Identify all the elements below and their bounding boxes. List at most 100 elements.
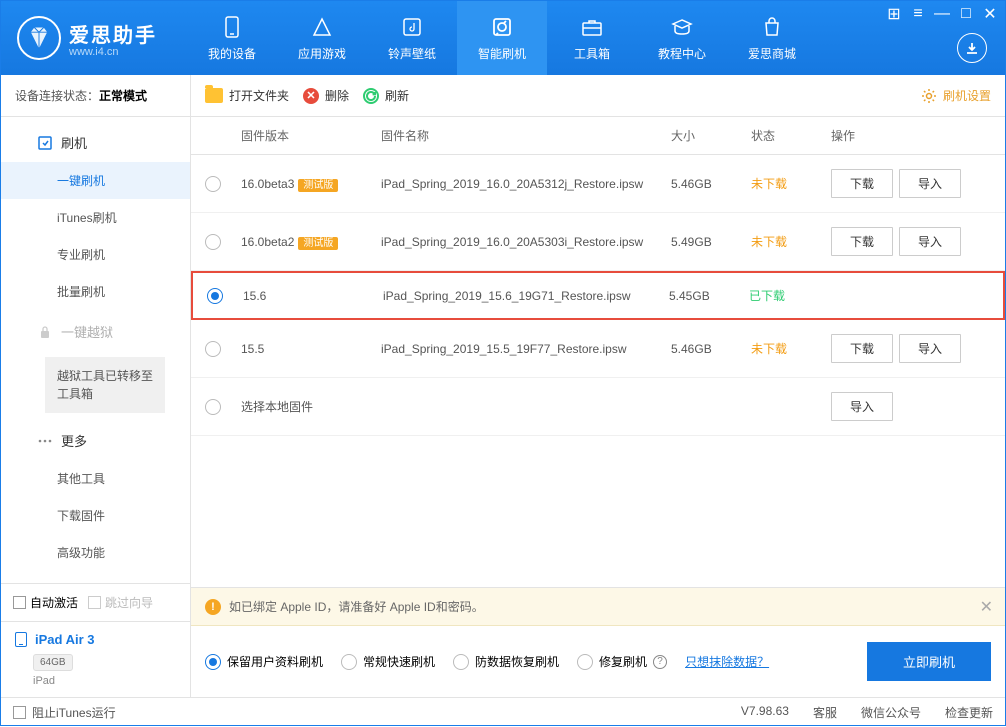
sidebar-more-header[interactable]: 更多 — [1, 421, 190, 460]
toolbox-icon — [579, 15, 605, 39]
sidebar-item-download-fw[interactable]: 下载固件 — [1, 497, 190, 534]
table-row[interactable]: 15.5 iPad_Spring_2019_15.5_19F77_Restore.… — [191, 320, 1005, 378]
refresh-icon — [363, 88, 379, 104]
sidebar-flash-header[interactable]: 刷机 — [1, 123, 190, 162]
firmware-table: 16.0beta3测试版iPad_Spring_2019_16.0_20A531… — [191, 155, 1005, 587]
import-button[interactable]: 导入 — [831, 392, 893, 421]
tutorial-icon — [669, 15, 695, 39]
tab-flash[interactable]: 智能刷机 — [457, 1, 547, 75]
lock-icon — [37, 324, 53, 340]
device-icon — [219, 15, 245, 39]
main-panel: 打开文件夹 ✕删除 刷新 刷机设置 固件版本 固件名称 大小 状态 操作 16.… — [191, 75, 1005, 697]
notice-close-icon[interactable]: ✕ — [980, 597, 993, 617]
auto-activate-checkbox[interactable] — [13, 596, 26, 609]
tab-my-device[interactable]: 我的设备 — [187, 1, 277, 75]
apps-icon — [309, 15, 335, 39]
opt-normal[interactable]: 常规快速刷机 — [341, 653, 435, 670]
download-button[interactable]: 下载 — [831, 169, 893, 198]
row-radio[interactable] — [207, 288, 223, 304]
menu-icon[interactable]: ⊞ — [887, 7, 901, 21]
fw-version: 16.0beta2 — [241, 235, 294, 249]
fw-size: 5.49GB — [671, 235, 751, 249]
shop-icon — [759, 15, 785, 39]
device-type: iPad — [33, 675, 176, 687]
tab-tutorials[interactable]: 教程中心 — [637, 1, 727, 75]
close-icon[interactable]: ✕ — [983, 7, 997, 21]
nav-tabs: 我的设备 应用游戏 铃声壁纸 智能刷机 工具箱 教程中心 爱思商城 — [187, 1, 817, 75]
row-radio[interactable] — [205, 341, 221, 357]
import-button[interactable]: 导入 — [899, 169, 961, 198]
logo-area: 爱思助手 www.i4.cn — [1, 16, 157, 60]
gear-icon — [921, 88, 937, 104]
flash-options: 保留用户资料刷机 常规快速刷机 防数据恢复刷机 修复刷机? 只想抹除数据？ 立即… — [191, 626, 1005, 697]
minimize-icon[interactable]: — — [935, 7, 949, 21]
sidebar-item-advanced[interactable]: 高级功能 — [1, 534, 190, 571]
radio-icon — [341, 654, 357, 670]
fw-version: 15.6 — [243, 289, 266, 303]
warning-icon: ! — [205, 599, 221, 615]
row-radio[interactable] — [205, 399, 221, 415]
folder-icon — [205, 88, 223, 103]
music-icon — [399, 15, 425, 39]
version-label: V7.98.63 — [741, 704, 789, 721]
sidebar-item-pro[interactable]: 专业刷机 — [1, 236, 190, 273]
table-header: 固件版本 固件名称 大小 状态 操作 — [191, 117, 1005, 155]
table-row[interactable]: 16.0beta2测试版iPad_Spring_2019_16.0_20A530… — [191, 213, 1005, 271]
sidebar-item-oneclick[interactable]: 一键刷机 — [1, 162, 190, 199]
tab-shop[interactable]: 爱思商城 — [727, 1, 817, 75]
download-indicator[interactable] — [957, 33, 987, 63]
sidebar-item-batch[interactable]: 批量刷机 — [1, 273, 190, 310]
help-icon[interactable]: ? — [653, 655, 667, 669]
import-button[interactable]: 导入 — [899, 334, 961, 363]
list-icon[interactable]: ≡ — [911, 7, 925, 21]
tab-ringtones[interactable]: 铃声壁纸 — [367, 1, 457, 75]
download-button[interactable]: 下载 — [831, 334, 893, 363]
radio-icon — [577, 654, 593, 670]
block-itunes-checkbox[interactable] — [13, 706, 26, 719]
row-radio[interactable] — [205, 176, 221, 192]
more-icon — [37, 433, 53, 449]
table-row[interactable]: 15.6 iPad_Spring_2019_15.6_19G71_Restore.… — [191, 271, 1005, 320]
row-radio[interactable] — [205, 234, 221, 250]
delete-icon: ✕ — [303, 88, 319, 104]
refresh-button[interactable]: 刷新 — [363, 87, 409, 104]
wechat-official[interactable]: 微信公众号 — [861, 704, 921, 721]
fw-name: iPad_Spring_2019_16.0_20A5303i_Restore.i… — [381, 235, 671, 249]
activation-row: 自动激活 跳过向导 — [1, 584, 190, 622]
device-info: iPad Air 3 64GB iPad — [1, 622, 190, 697]
device-name[interactable]: iPad Air 3 — [15, 632, 176, 647]
opt-repair[interactable]: 修复刷机? — [577, 653, 667, 670]
fw-name: iPad_Spring_2019_16.0_20A5312j_Restore.i… — [381, 177, 671, 191]
opt-keep-data[interactable]: 保留用户资料刷机 — [205, 653, 323, 670]
table-row[interactable]: 选择本地固件 导入 — [191, 378, 1005, 436]
notice-bar: ! 如已绑定 Apple ID，请准备好 Apple ID和密码。 ✕ — [191, 588, 1005, 626]
fw-size: 5.46GB — [671, 177, 751, 191]
table-row[interactable]: 16.0beta3测试版iPad_Spring_2019_16.0_20A531… — [191, 155, 1005, 213]
maximize-icon[interactable]: □ — [959, 7, 973, 21]
fw-size: 5.46GB — [671, 342, 751, 356]
bottom-panel: ! 如已绑定 Apple ID，请准备好 Apple ID和密码。 ✕ 保留用户… — [191, 587, 1005, 697]
tab-apps[interactable]: 应用游戏 — [277, 1, 367, 75]
flash-now-button[interactable]: 立即刷机 — [867, 642, 991, 681]
erase-link[interactable]: 只想抹除数据？ — [685, 653, 769, 670]
sidebar-item-other-tools[interactable]: 其他工具 — [1, 460, 190, 497]
opt-anti-recovery[interactable]: 防数据恢复刷机 — [453, 653, 559, 670]
open-folder-button[interactable]: 打开文件夹 — [205, 87, 289, 104]
check-update[interactable]: 检查更新 — [945, 704, 993, 721]
fw-status: 未下载 — [751, 175, 831, 192]
import-button[interactable]: 导入 — [899, 227, 961, 256]
app-logo-icon — [17, 16, 61, 60]
sidebar-jailbreak-tip[interactable]: 越狱工具已转移至工具箱 — [45, 357, 165, 413]
flash-settings-button[interactable]: 刷机设置 — [921, 87, 991, 104]
sidebar-item-itunes[interactable]: iTunes刷机 — [1, 199, 190, 236]
fw-name: iPad_Spring_2019_15.5_19F77_Restore.ipsw — [381, 342, 671, 356]
delete-button[interactable]: ✕删除 — [303, 87, 349, 104]
tab-toolbox[interactable]: 工具箱 — [547, 1, 637, 75]
local-firmware-label: 选择本地固件 — [241, 400, 313, 414]
fw-version: 15.5 — [241, 342, 264, 356]
notice-text: 如已绑定 Apple ID，请准备好 Apple ID和密码。 — [229, 598, 484, 615]
skip-guide-checkbox[interactable] — [88, 596, 101, 609]
customer-service[interactable]: 客服 — [813, 704, 837, 721]
download-button[interactable]: 下载 — [831, 227, 893, 256]
fw-name: iPad_Spring_2019_15.6_19G71_Restore.ipsw — [383, 289, 669, 303]
